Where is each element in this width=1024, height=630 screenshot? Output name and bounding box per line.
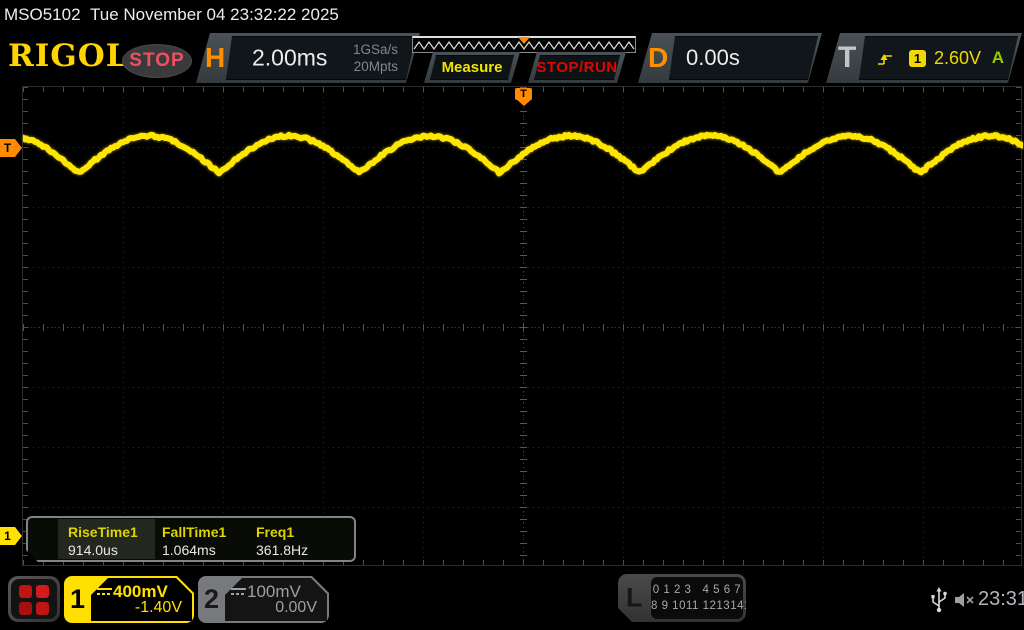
memory-depth: 20Mpts [353, 58, 398, 75]
channel1-block[interactable]: 1 400mV -1.40V [64, 576, 194, 623]
channel1-number: 1 [64, 576, 91, 623]
channel2-block[interactable]: 2 100mV 0.00V [198, 576, 329, 623]
horizontal-label: H [205, 42, 225, 74]
trigger-settings-button[interactable]: T 1 2.60V A [826, 33, 1022, 83]
horizontal-readout: 2.00ms 1GSa/s 20Mpts [226, 36, 416, 80]
measurement-label: Freq1 [256, 524, 294, 540]
logic-label: L [626, 583, 643, 614]
measurement-label: FallTime1 [162, 524, 226, 540]
clock: 23:31 [978, 588, 1024, 611]
speaker-muted-icon [952, 590, 978, 610]
trigger-mode: A [992, 48, 1004, 68]
delay-label: D [648, 42, 668, 74]
horizontal-position-indicator[interactable] [412, 36, 636, 53]
usb-icon [929, 586, 949, 614]
stop-run-button-label: STOP/RUN [536, 59, 617, 76]
trigger-label: T [838, 41, 856, 75]
logic-row1: 0 1 2 3 4 5 6 7 [651, 582, 743, 598]
trigger-position-indicator-icon [518, 37, 530, 44]
trigger-readout: 1 2.60V A [859, 36, 1018, 80]
waveform-display-area [22, 86, 1022, 566]
measurements-panel[interactable]: RiseTime1 914.0us FallTime1 1.064ms Freq… [26, 516, 356, 562]
timebase-value: 2.00ms [252, 45, 327, 72]
rigol-logo: RIGOL [8, 38, 129, 74]
dc-coupling-icon [97, 588, 112, 595]
trigger-position-marker[interactable]: T [515, 88, 532, 100]
stop-run-button[interactable]: STOP/RUN [528, 52, 626, 83]
channel2-offset: 0.00V [275, 599, 317, 617]
model-name: MSO5102 [4, 5, 81, 25]
channel2-number: 2 [198, 576, 225, 623]
dc-coupling-icon [231, 588, 246, 595]
measurement-label: RiseTime1 [68, 524, 138, 540]
rising-edge-trigger-icon [877, 51, 893, 66]
trigger-source-badge: 1 [909, 50, 926, 67]
logic-channels-block[interactable]: L 0 1 2 3 4 5 6 7 8 9 1011 12131415 [618, 574, 746, 622]
trigger-level-value: 2.60V [934, 48, 981, 69]
measurement-value: 914.0us [68, 542, 118, 558]
logic-row2: 8 9 1011 12131415 [651, 598, 743, 614]
grid-menu-icon[interactable] [8, 576, 60, 622]
measurement-value: 361.8Hz [256, 542, 308, 558]
measure-button-label: Measure [442, 59, 503, 76]
acquisition-status-badge: STOP [122, 44, 192, 78]
delay-value: 0.00s [686, 45, 740, 71]
oscilloscope-screen: MSO5102 Tue November 04 23:32:22 2025 RI… [0, 0, 1024, 630]
delay-readout: 0.00s [669, 36, 818, 80]
measure-button[interactable]: Measure [424, 52, 520, 83]
delay-settings-button[interactable]: D 0.00s [638, 33, 822, 83]
sample-rate: 1GSa/s [353, 41, 398, 58]
trigger-level-marker[interactable]: T [0, 139, 15, 157]
channel1-offset: -1.40V [135, 599, 182, 617]
status-bar: MSO5102 Tue November 04 23:32:22 2025 [0, 0, 1024, 30]
channel1-position-marker[interactable]: 1 [0, 527, 15, 545]
horizontal-settings-button[interactable]: H 2.00ms 1GSa/s 20Mpts [196, 33, 420, 83]
datetime: Tue November 04 23:32:22 2025 [90, 5, 339, 25]
measurement-value: 1.064ms [162, 542, 216, 558]
channel1-waveform [23, 87, 1023, 567]
